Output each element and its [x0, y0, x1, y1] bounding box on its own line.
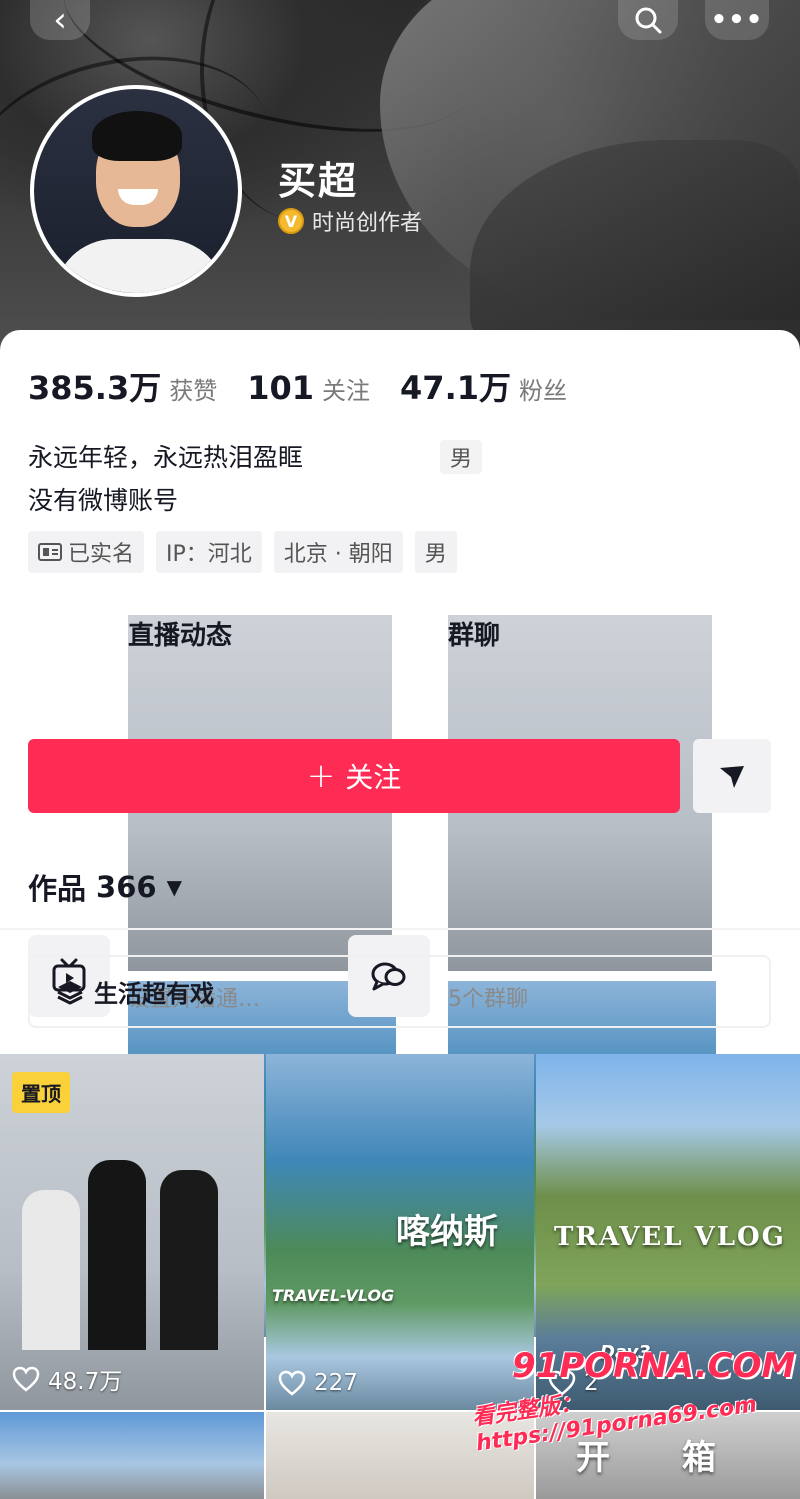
- pinned-badge: 置顶: [12, 1072, 70, 1113]
- video-likes: 48.7万: [12, 1362, 122, 1396]
- more-button[interactable]: •••: [705, 0, 769, 40]
- bio-line-2: 没有微博账号: [28, 486, 179, 515]
- more-icon: •••: [710, 5, 764, 35]
- works-tab[interactable]: 作品 366 ▼: [28, 866, 182, 908]
- video-likes-count: 227: [314, 1370, 358, 1396]
- profile-name: 买超: [278, 159, 359, 203]
- tag-gender: 男: [414, 531, 457, 573]
- video-tile[interactable]: 置顶 48.7万: [0, 1054, 264, 1410]
- likes-count: 385.3万: [28, 369, 162, 407]
- bio: 永远年轻，永远热泪盈眶 没有微博账号: [28, 436, 303, 522]
- following-count[interactable]: 101: [247, 369, 314, 407]
- collection-entry[interactable]: 生活超有戏: [28, 955, 771, 1028]
- video-likes: 227: [278, 1370, 358, 1396]
- heart-icon: [12, 1366, 40, 1392]
- follow-button-label: 关注: [345, 761, 402, 794]
- heart-icon: [278, 1370, 306, 1396]
- video-likes-count: 48.7万: [48, 1369, 123, 1395]
- send-arrow-icon: [720, 766, 744, 788]
- following-label[interactable]: 关注: [322, 371, 370, 406]
- verified-v-icon: V: [278, 208, 304, 234]
- share-button[interactable]: [693, 739, 771, 813]
- followers-label[interactable]: 粉丝: [519, 371, 567, 406]
- search-icon: [635, 7, 662, 34]
- tag-verified-label: 已实名: [68, 542, 135, 567]
- tag-verified: 已实名: [28, 531, 145, 573]
- divider: [0, 928, 800, 930]
- profile-tags: 已实名 IP：河北 北京 · 朝阳 男: [28, 531, 457, 573]
- plus-icon: +: [306, 756, 336, 796]
- chevron-left-icon: ‹: [53, 0, 67, 40]
- collection-label: 生活超有戏: [94, 980, 214, 1008]
- video-tile[interactable]: [0, 1412, 264, 1499]
- layers-icon: [57, 980, 83, 1004]
- search-button[interactable]: [618, 0, 678, 40]
- tag-ip: IP：河北: [156, 531, 262, 573]
- creator-badge-label: 时尚创作者: [312, 211, 423, 236]
- avatar[interactable]: [30, 85, 242, 297]
- tag-location: 北京 · 朝阳: [273, 531, 403, 573]
- back-button[interactable]: ‹: [30, 0, 90, 40]
- video-overlay-subtitle: TRAVEL-VLOG: [272, 1286, 395, 1305]
- bio-line-1: 永远年轻，永远热泪盈眶: [28, 443, 304, 472]
- caret-down-icon: ▼: [166, 875, 182, 899]
- works-count: 366: [96, 870, 157, 904]
- video-grid: 置顶 48.7万 喀纳斯 TRAVEL-VLOG 227 TRAVEL VLOG…: [0, 1054, 800, 1499]
- follow-button[interactable]: + 关注: [28, 739, 680, 813]
- gender-note: 男: [440, 440, 482, 474]
- likes-label: 获赞: [169, 377, 218, 405]
- works-label: 作品: [28, 872, 87, 906]
- followers-count[interactable]: 47.1万: [400, 363, 511, 409]
- video-tile[interactable]: 喀纳斯 TRAVEL-VLOG 227: [266, 1054, 534, 1410]
- creator-badge[interactable]: V 时尚创作者: [278, 205, 422, 237]
- stats-row: 385.3万 获赞 101 关注 47.1万 粉丝: [28, 363, 597, 409]
- video-overlay-title: 喀纳斯: [396, 1212, 498, 1252]
- id-card-icon: [38, 543, 62, 561]
- video-overlay-title: TRAVEL VLOG: [554, 1222, 786, 1252]
